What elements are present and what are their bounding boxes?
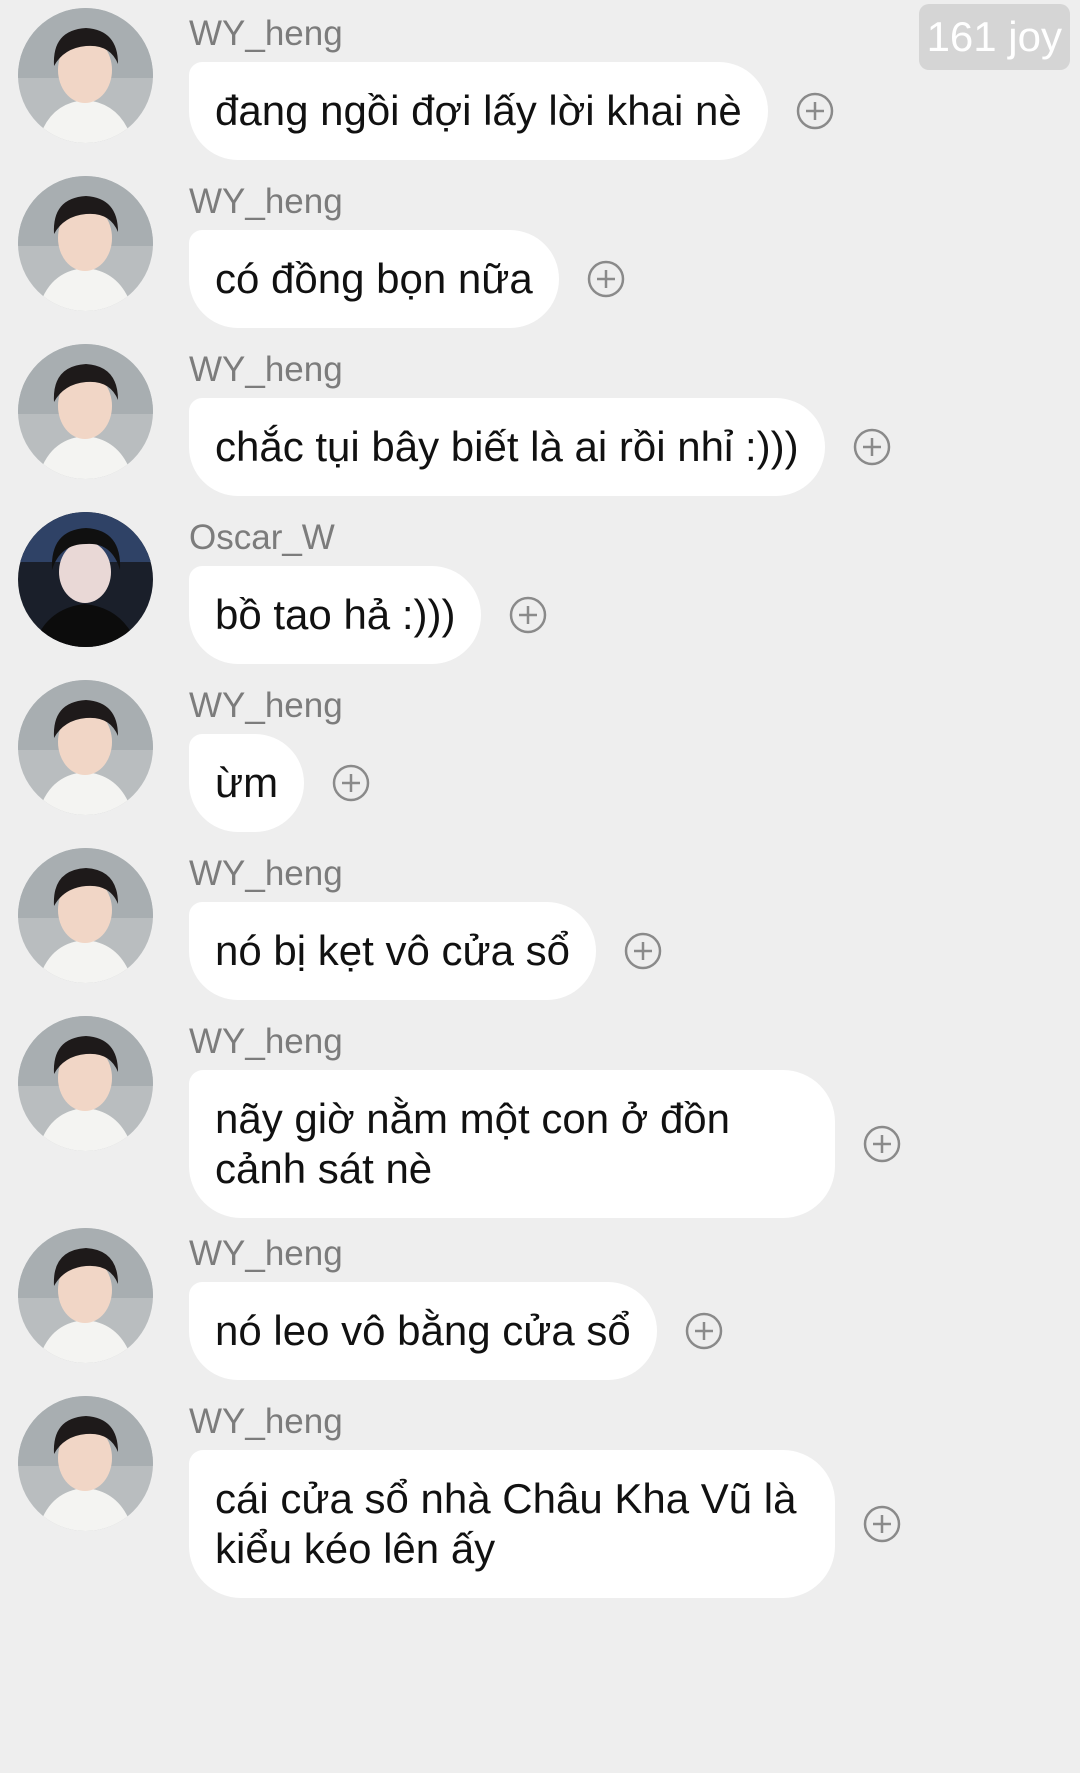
- avatar-wy-heng[interactable]: [18, 680, 153, 815]
- sender-name: WY_heng: [189, 686, 343, 725]
- plus-circle-icon[interactable]: [796, 92, 834, 130]
- message-bubble[interactable]: nó leo vô bằng cửa sổ: [189, 1282, 657, 1380]
- plus-circle-icon[interactable]: [853, 428, 891, 466]
- plus-circle-icon[interactable]: [624, 932, 662, 970]
- watermark-badge: 161 joy: [918, 4, 1070, 70]
- sender-name: WY_heng: [189, 854, 343, 893]
- plus-circle-icon[interactable]: [863, 1125, 901, 1163]
- avatar-wy-heng[interactable]: [18, 1396, 153, 1531]
- message-bubble[interactable]: nãy giờ nằm một con ở đồn cảnh sát nè: [189, 1070, 835, 1218]
- sender-name: WY_heng: [189, 350, 343, 389]
- message-bubble[interactable]: có đồng bọn nữa: [189, 230, 559, 328]
- avatar-wy-heng[interactable]: [18, 848, 153, 983]
- avatar-wy-heng[interactable]: [18, 8, 153, 143]
- sender-name: WY_heng: [189, 1402, 343, 1441]
- message-bubble[interactable]: cái cửa sổ nhà Châu Kha Vũ là kiểu kéo l…: [189, 1450, 835, 1598]
- avatar-wy-heng[interactable]: [18, 176, 153, 311]
- message-bubble[interactable]: nó bị kẹt vô cửa sổ: [189, 902, 596, 1000]
- message-bubble[interactable]: chắc tụi bây biết là ai rồi nhỉ :))): [189, 398, 825, 496]
- sender-name: WY_heng: [189, 182, 343, 221]
- avatar-wy-heng[interactable]: [18, 344, 153, 479]
- plus-circle-icon[interactable]: [509, 596, 547, 634]
- avatar-wy-heng[interactable]: [18, 1228, 153, 1363]
- plus-circle-icon[interactable]: [332, 764, 370, 802]
- avatar-wy-heng[interactable]: [18, 1016, 153, 1151]
- plus-circle-icon[interactable]: [587, 260, 625, 298]
- plus-circle-icon[interactable]: [863, 1505, 901, 1543]
- sender-name: WY_heng: [189, 1022, 343, 1061]
- sender-name: WY_heng: [189, 14, 343, 53]
- message-bubble[interactable]: ừm: [189, 734, 305, 832]
- sender-name: WY_heng: [189, 1234, 343, 1273]
- message-bubble[interactable]: đang ngồi đợi lấy lời khai nè: [189, 62, 768, 160]
- message-bubble[interactable]: bồ tao hả :))): [189, 566, 482, 664]
- avatar-oscar-w[interactable]: [18, 512, 153, 647]
- sender-name: Oscar_W: [189, 518, 335, 557]
- plus-circle-icon[interactable]: [685, 1312, 723, 1350]
